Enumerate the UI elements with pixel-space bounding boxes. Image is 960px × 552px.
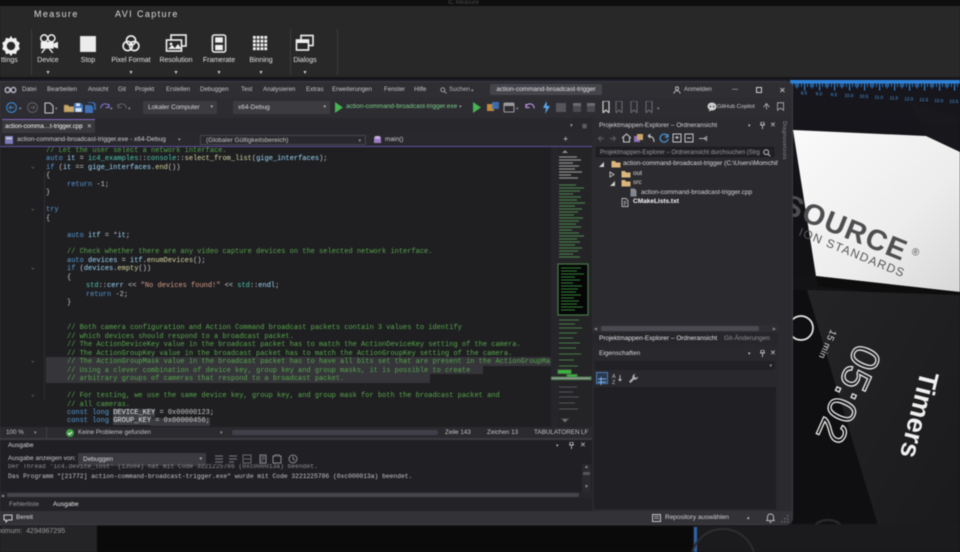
svg-text:10.5: 10.5 (859, 94, 869, 99)
svg-text:11.0: 11.0 (874, 95, 883, 100)
svg-text:10.0: 10.0 (844, 93, 854, 98)
svg-text:12.0: 12.0 (904, 96, 914, 101)
svg-text:11.5: 11.5 (889, 95, 898, 100)
svg-text:9.0: 9.0 (816, 91, 823, 96)
svg-text:9.5: 9.5 (831, 92, 838, 97)
svg-text:13.0: 13.0 (934, 98, 944, 103)
svg-text:++: ++ (631, 192, 637, 197)
svg-text:8.5: 8.5 (801, 90, 808, 95)
svg-text:Z: Z (612, 380, 616, 384)
svg-text:12.5: 12.5 (919, 97, 929, 102)
svg-text:13.5: 13.5 (949, 99, 959, 104)
